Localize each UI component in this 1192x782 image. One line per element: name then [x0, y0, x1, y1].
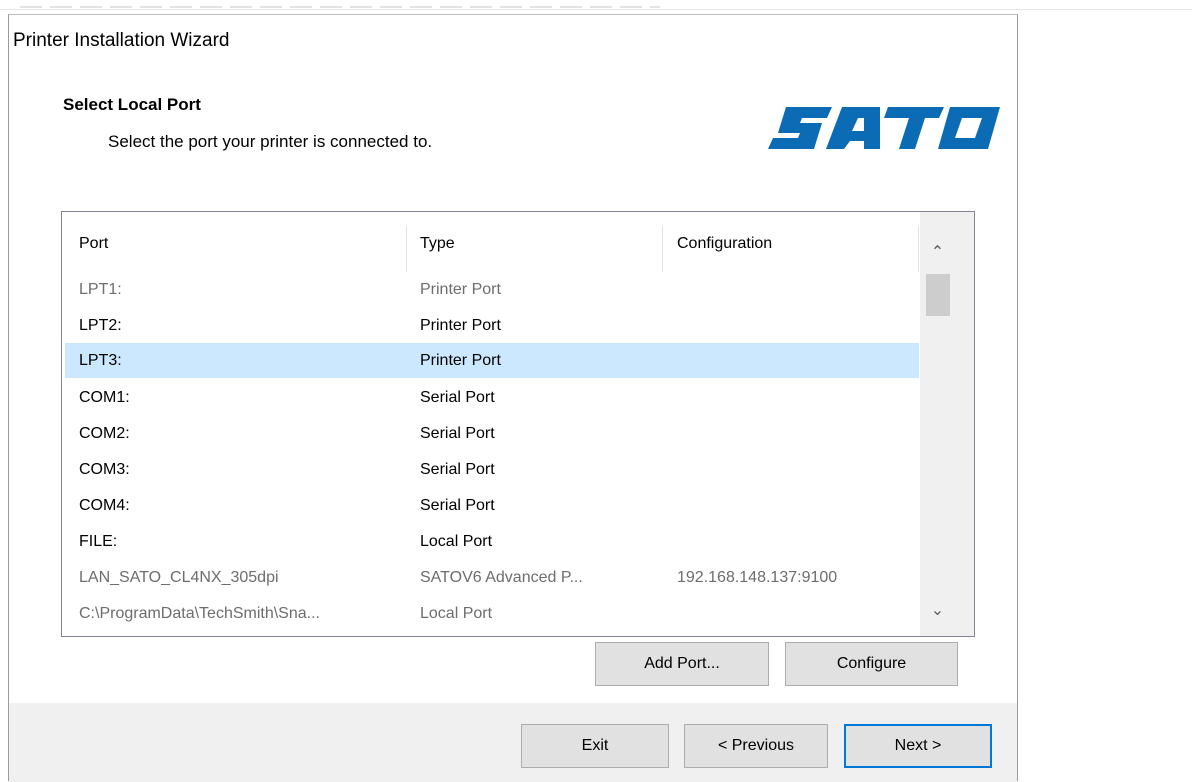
list-item[interactable]: C:\ProgramData\TechSmith\Sna... Local Por… — [65, 596, 920, 631]
port-name: LAN_SATO_CL4NX_305dpi — [79, 569, 279, 586]
port-type: Local Port — [420, 533, 493, 550]
window-title: Printer Installation Wizard — [13, 30, 230, 51]
port-list-header: Port Type Configuration — [62, 212, 919, 272]
port-type: Printer Port — [420, 317, 501, 334]
port-type: Serial Port — [420, 497, 495, 514]
column-header-port[interactable]: Port — [79, 235, 108, 253]
list-item[interactable]: LPT2: Printer Port — [65, 308, 920, 343]
exit-button[interactable]: Exit — [521, 724, 669, 768]
list-item[interactable]: LAN_SATO_CL4NX_305dpi SATOV6 Advanced P..… — [65, 560, 920, 595]
column-header-configuration[interactable]: Configuration — [677, 235, 772, 253]
background-window-edge — [0, 9, 1192, 10]
port-name: FILE: — [79, 533, 118, 550]
port-type: Printer Port — [420, 352, 501, 369]
chevron-down-icon[interactable]: ⌄ — [920, 592, 955, 630]
column-divider[interactable] — [406, 226, 407, 272]
previous-button[interactable]: < Previous — [684, 724, 828, 768]
scrollbar-track[interactable] — [920, 272, 955, 592]
list-item[interactable]: COM1: Serial Port — [65, 380, 920, 415]
port-type: Printer Port — [420, 281, 501, 298]
sato-logo — [768, 107, 1000, 149]
list-item[interactable]: COM3: Serial Port — [65, 452, 920, 487]
next-button[interactable]: Next > — [844, 724, 992, 768]
page-heading: Select Local Port — [63, 95, 201, 114]
column-header-type[interactable]: Type — [420, 235, 455, 253]
add-port-button[interactable]: Add Port... — [595, 642, 769, 686]
port-name: C:\ProgramData\TechSmith\Sna... — [79, 605, 320, 622]
list-item[interactable]: LPT3: Printer Port — [65, 343, 920, 378]
column-divider[interactable] — [662, 226, 663, 272]
vertical-scrollbar[interactable]: ⌃ ⌄ — [919, 212, 974, 636]
chevron-up-icon[interactable]: ⌃ — [920, 234, 955, 272]
scrollbar-thumb[interactable] — [926, 274, 950, 316]
configure-button[interactable]: Configure — [785, 642, 958, 686]
port-name: COM4: — [79, 497, 130, 514]
list-item[interactable]: COM2: Serial Port — [65, 416, 920, 451]
port-type: Local Port — [420, 605, 493, 622]
port-type: Serial Port — [420, 425, 495, 442]
wizard-footer: Exit < Previous Next > — [9, 703, 1017, 782]
list-item[interactable]: FILE: Local Port — [65, 524, 920, 559]
background-window-text — [20, 6, 660, 8]
port-name: COM1: — [79, 389, 130, 406]
background-window-strip — [0, 0, 1192, 14]
port-name: LPT1: — [79, 281, 122, 298]
port-name: COM2: — [79, 425, 130, 442]
port-type: Serial Port — [420, 461, 495, 478]
port-list[interactable]: Port Type Configuration LPT1: Printer Por… — [61, 211, 975, 637]
printer-installation-wizard-window: Printer Installation Wizard Select Local… — [8, 14, 1018, 782]
port-name: LPT2: — [79, 317, 122, 334]
list-item[interactable]: LPT1: Printer Port — [65, 272, 920, 307]
port-name: COM3: — [79, 461, 130, 478]
page-subheading: Select the port your printer is connecte… — [108, 132, 433, 151]
list-item[interactable]: COM4: Serial Port — [65, 488, 920, 523]
port-name: LPT3: — [79, 352, 122, 369]
port-configuration: 192.168.148.137:9100 — [677, 569, 838, 586]
port-type: Serial Port — [420, 389, 495, 406]
port-type: SATOV6 Advanced P... — [420, 569, 583, 586]
